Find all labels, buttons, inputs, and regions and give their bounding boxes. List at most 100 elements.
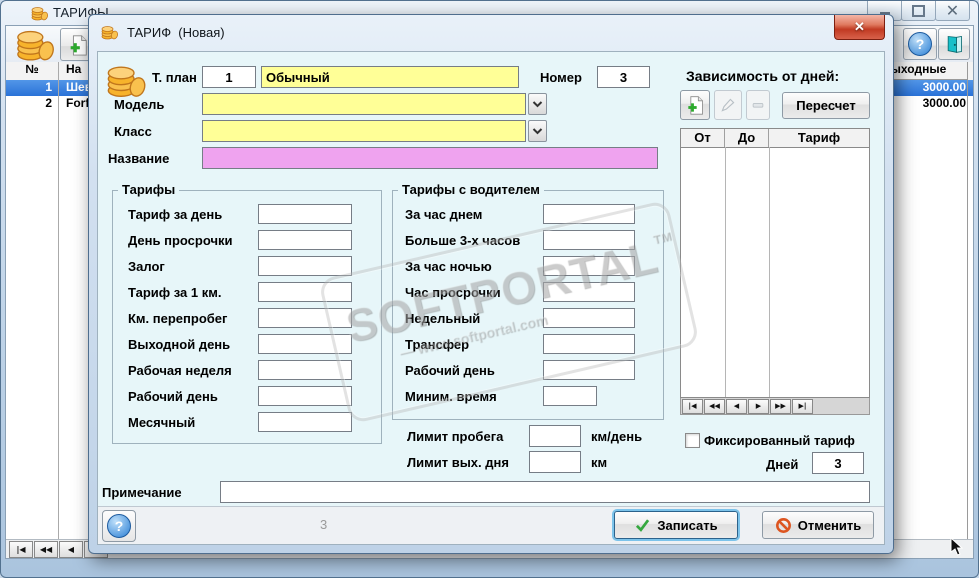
mouse-cursor-icon <box>950 537 964 556</box>
work-week-input[interactable] <box>258 360 352 380</box>
field-label: Час просрочки <box>405 285 501 300</box>
column-header-num[interactable]: № <box>6 62 59 80</box>
coins-icon <box>107 66 146 98</box>
exit-button[interactable] <box>938 28 970 60</box>
class-dropdown-button[interactable] <box>528 120 547 142</box>
exit-door-icon <box>947 36 962 53</box>
nav-last-button[interactable]: ▶| <box>792 398 813 414</box>
check-icon <box>636 519 650 532</box>
recalc-label: Пересчет <box>796 98 856 113</box>
plan-name-input[interactable] <box>261 66 519 88</box>
field-label: Рабочая неделя <box>128 363 232 378</box>
nav-prev-page-button[interactable]: ◀◀ <box>34 540 58 558</box>
maximize-button[interactable] <box>901 1 936 21</box>
hour-night-input[interactable] <box>543 256 635 276</box>
save-label: Записать <box>657 517 718 533</box>
mileage-limit-label: Лимит пробега <box>407 429 504 444</box>
note-label: Примечание <box>102 485 182 500</box>
tariff-dialog: ТАРИФ (Новая) ✕ Т. план Номер Модель Кла… <box>88 14 894 554</box>
days-input[interactable] <box>812 452 864 474</box>
save-button[interactable]: Записать <box>614 511 738 539</box>
days-table[interactable]: От До Тариф <box>680 128 870 398</box>
screen: ТАРИФЫ ✕ ? № На 1 Шев 2 Forf Выходные 30… <box>0 0 979 578</box>
field-label: Миним. время <box>405 389 497 404</box>
class-combo-input[interactable] <box>202 120 526 142</box>
field-label: Рабочий день <box>128 389 218 404</box>
class-label: Класс <box>114 124 152 139</box>
weekly-input[interactable] <box>543 308 635 328</box>
monthly-input[interactable] <box>258 412 352 432</box>
chevron-down-icon <box>532 101 543 108</box>
grid-col-divider <box>769 147 770 397</box>
days-edit-button[interactable] <box>714 90 742 120</box>
cell-name: Forf <box>66 96 90 110</box>
over-mileage-input[interactable] <box>258 308 352 328</box>
hour-day-input[interactable] <box>543 204 635 224</box>
record-counter: 3 <box>320 517 328 532</box>
column-divider <box>58 62 59 544</box>
field-label: Рабочий день <box>405 363 495 378</box>
coins-icon <box>101 26 118 40</box>
nav-prev-page-button[interactable]: ◀◀ <box>704 398 725 414</box>
name-input[interactable] <box>202 147 658 169</box>
plan-label: Т. план <box>152 70 197 85</box>
deposit-input[interactable] <box>258 256 352 276</box>
nav-first-button[interactable]: |◀ <box>682 398 703 414</box>
col-to: До <box>725 129 769 147</box>
nav-prev-button[interactable]: ◀ <box>726 398 747 414</box>
model-combo-input[interactable] <box>202 93 526 115</box>
maximize-icon <box>912 4 925 17</box>
overdue-hour-input[interactable] <box>543 282 635 302</box>
field-label: Залог <box>128 259 165 274</box>
nav-next-page-button[interactable]: ▶▶ <box>770 398 791 414</box>
cancel-button[interactable]: Отменить <box>762 511 874 539</box>
number-input[interactable] <box>597 66 650 88</box>
dialog-help-button[interactable]: ? <box>102 510 136 542</box>
pencil-icon <box>721 98 735 112</box>
days-navigator: |◀ ◀◀ ◀ ▶ ▶▶ ▶| <box>680 398 870 415</box>
weekend-day-input[interactable] <box>258 334 352 354</box>
transfer-input[interactable] <box>543 334 635 354</box>
plan-number-input[interactable] <box>202 66 256 88</box>
field-label: За час ночью <box>405 259 492 274</box>
field-label: Больше 3-х часов <box>405 233 521 248</box>
weekend-limit-label: Лимит вых. дня <box>407 455 509 470</box>
work-day-input[interactable] <box>258 386 352 406</box>
help-icon: ? <box>107 514 131 538</box>
note-input[interactable] <box>220 481 870 503</box>
driver-work-day-input[interactable] <box>543 360 635 380</box>
mileage-limit-unit: км/день <box>591 429 643 444</box>
days-panel-title: Зависимость от дней: <box>686 68 840 84</box>
field-label: Тариф за 1 км. <box>128 285 222 300</box>
tariffs-group-title: Тарифы <box>118 182 180 197</box>
field-label: Км. перепробег <box>128 311 228 326</box>
tariff-day-input[interactable] <box>258 204 352 224</box>
field-label: Недельный <box>405 311 481 326</box>
nav-first-button[interactable]: |◀ <box>9 540 33 558</box>
column-header-name[interactable]: На <box>66 62 81 80</box>
recalc-button[interactable]: Пересчет <box>782 92 870 119</box>
mileage-limit-input[interactable] <box>529 425 581 447</box>
number-label: Номер <box>540 70 582 85</box>
close-button[interactable]: ✕ <box>935 1 970 21</box>
model-dropdown-button[interactable] <box>528 93 547 115</box>
tariff-km-input[interactable] <box>258 282 352 302</box>
over-3-hours-input[interactable] <box>543 230 635 250</box>
field-label: День просрочки <box>128 233 233 248</box>
weekend-limit-input[interactable] <box>529 451 581 473</box>
field-label: Выходной день <box>128 337 231 352</box>
days-delete-button[interactable] <box>746 90 770 120</box>
min-time-input[interactable] <box>543 386 597 406</box>
help-button[interactable]: ? <box>903 28 937 60</box>
fixed-tariff-checkbox[interactable] <box>685 433 700 448</box>
driver-tariffs-group-title: Тарифы с водителем <box>398 182 544 197</box>
overdue-day-input[interactable] <box>258 230 352 250</box>
cell-num: 1 <box>45 80 52 94</box>
dialog-close-button[interactable]: ✕ <box>834 15 885 40</box>
nav-prev-button[interactable]: ◀ <box>59 540 83 558</box>
coins-icon <box>17 30 54 61</box>
days-add-button[interactable] <box>680 90 710 120</box>
tariffs-group: Тарифы Тариф за день День просрочки Зало… <box>112 182 382 444</box>
add-document-icon <box>688 96 703 115</box>
nav-next-button[interactable]: ▶ <box>748 398 769 414</box>
